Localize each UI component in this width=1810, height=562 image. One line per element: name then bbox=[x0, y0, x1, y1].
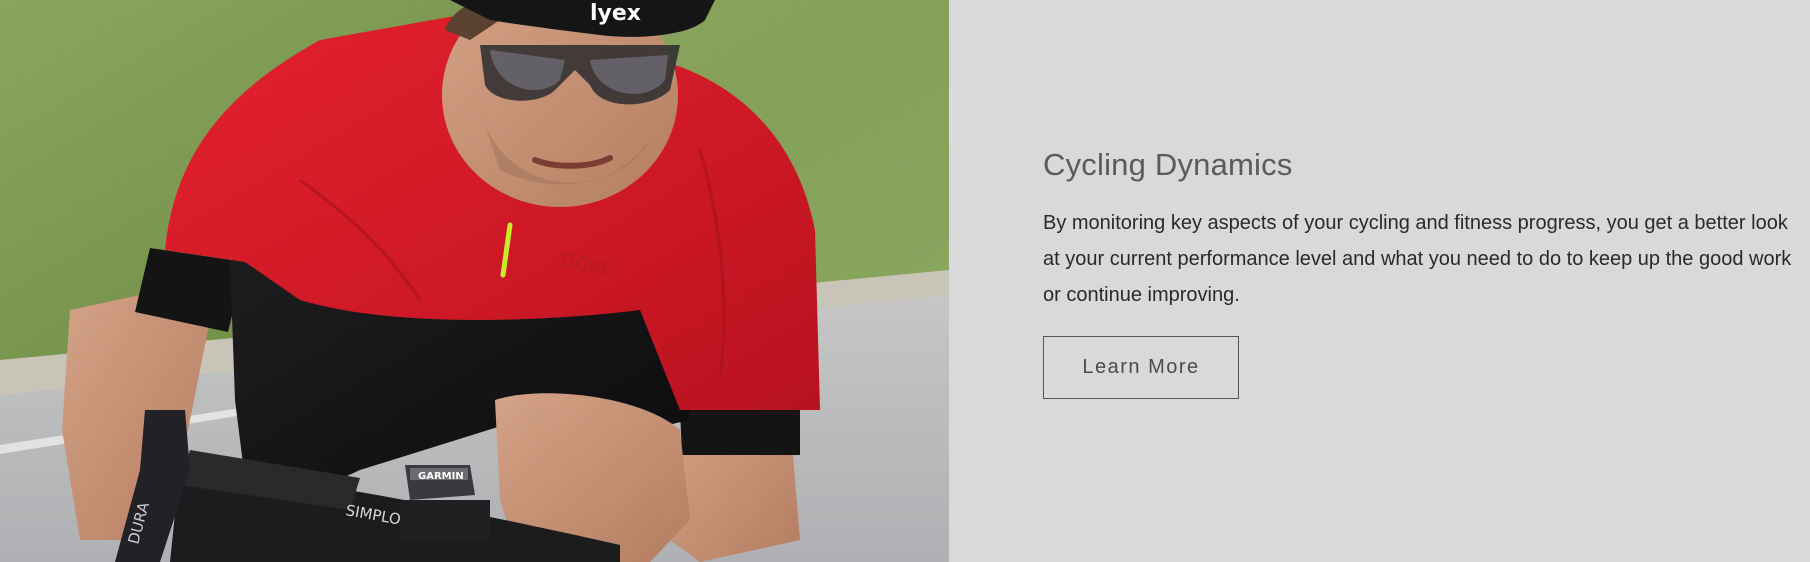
feature-section: GORE lyex SIMPLON DURA GARMIN Cycling Dy… bbox=[0, 0, 1810, 562]
feature-content: Cycling Dynamics By monitoring key aspec… bbox=[1043, 146, 1803, 400]
hero-image: GORE lyex SIMPLON DURA GARMIN bbox=[0, 0, 949, 562]
feature-description: By monitoring key aspects of your cyclin… bbox=[1043, 212, 1792, 307]
learn-more-button[interactable]: Learn More bbox=[1043, 336, 1239, 400]
bike-computer-logo-text: GARMIN bbox=[418, 471, 464, 482]
helmet-logo-text: lyex bbox=[590, 1, 641, 26]
feature-panel: Cycling Dynamics By monitoring key aspec… bbox=[949, 0, 1810, 562]
cyclist-photo: GORE lyex SIMPLON DURA GARMIN bbox=[0, 0, 949, 562]
feature-title: Cycling Dynamics bbox=[1043, 147, 1293, 182]
